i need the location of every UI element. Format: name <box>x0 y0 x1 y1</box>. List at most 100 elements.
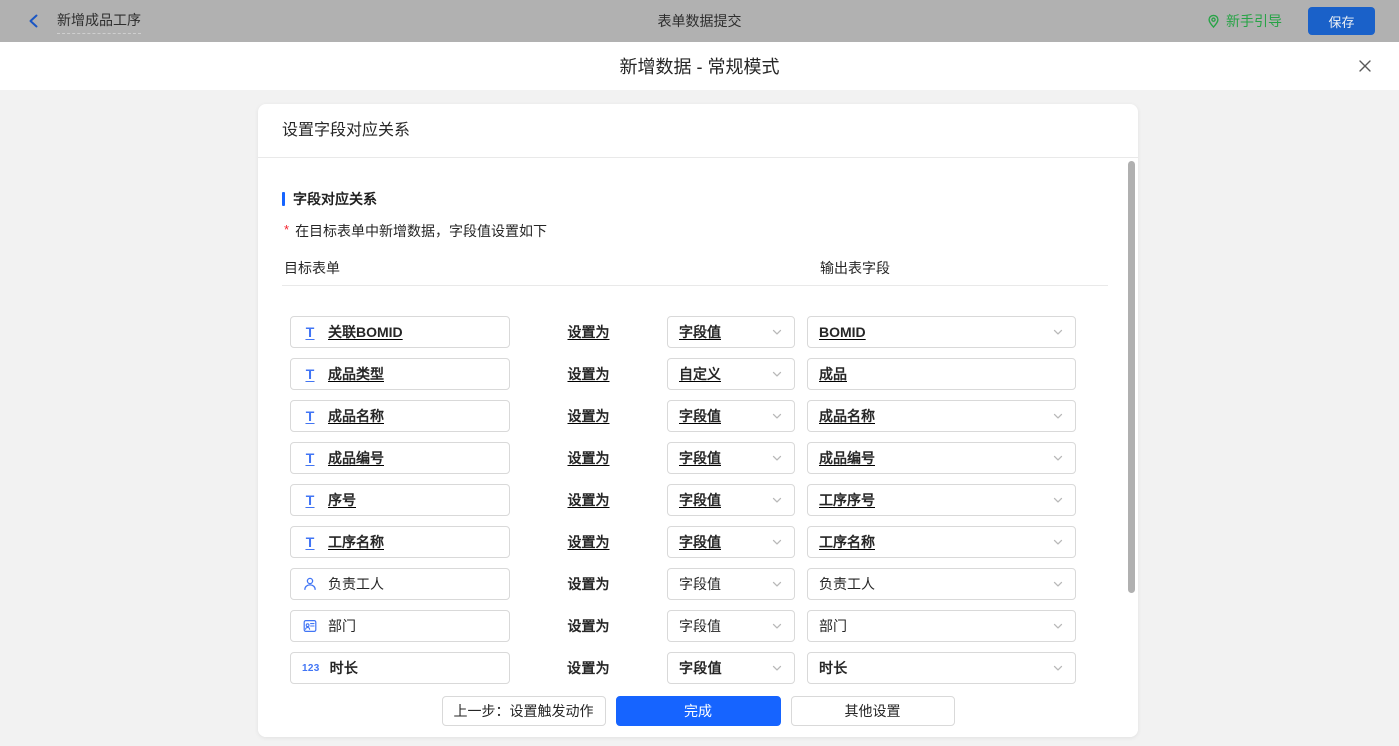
target-field-label: 成品编号 <box>328 450 384 466</box>
topbar-center-title: 表单数据提交 <box>657 13 742 29</box>
prev-step-button[interactable]: 上一步：设置触发动作 <box>441 695 606 726</box>
value-mode-select[interactable]: 字段值 <box>667 526 795 558</box>
output-field-select[interactable]: 成品编号 <box>807 442 1076 474</box>
target-field-box[interactable]: T 123 关联BOMID <box>290 316 510 348</box>
target-field-box[interactable]: T 123 序号 <box>290 484 510 516</box>
set-as-label: 设置为 <box>567 492 610 508</box>
mapping-row: T 123 关联BOMID 设置为 字段值 BOMID <box>290 316 1138 348</box>
chevron-down-icon <box>1053 581 1063 587</box>
target-field-label: 成品名称 <box>328 408 384 424</box>
chevron-down-icon <box>1053 623 1063 629</box>
target-field-box[interactable]: T 123 部门 <box>290 610 510 642</box>
output-field-select[interactable]: 成品名称 <box>807 400 1076 432</box>
value-mode-text: 字段值 <box>679 492 721 508</box>
value-mode-text: 字段值 <box>679 450 721 466</box>
note-row: * 在目标表单中新增数据，字段值设置如下 <box>282 221 1138 241</box>
target-field-box[interactable]: T 123 成品名称 <box>290 400 510 432</box>
text-field-icon: T <box>305 366 315 382</box>
card-content: 字段对应关系 * 在目标表单中新增数据，字段值设置如下 目标表单 输出表字段 T… <box>258 159 1138 684</box>
output-field-select[interactable]: 工序序号 <box>807 484 1076 516</box>
chevron-down-icon <box>772 413 782 419</box>
output-field-text: 负责工人 <box>819 576 875 592</box>
modal-body: 设置字段对应关系 字段对应关系 * 在目标表单中新增数据，字段值设置如下 目标表… <box>0 90 1399 746</box>
back-button[interactable] <box>26 13 42 29</box>
output-field-select[interactable]: 时长 <box>807 652 1076 684</box>
set-as-label: 设置为 <box>567 576 610 592</box>
guide-pin-icon <box>1208 14 1219 28</box>
value-mode-select[interactable]: 字段值 <box>667 568 795 600</box>
text-field-icon: T <box>305 450 315 466</box>
output-field-text: 工序名称 <box>819 534 875 550</box>
mapping-row: T 123 成品编号 设置为 字段值 成品编号 <box>290 442 1138 474</box>
chevron-down-icon <box>772 455 782 461</box>
value-mode-select[interactable]: 字段值 <box>667 316 795 348</box>
mapping-row: T 123 成品类型 设置为 自定义 成品 <box>290 358 1138 390</box>
target-field-box[interactable]: T 123 时长 <box>290 652 510 684</box>
value-mode-text: 字段值 <box>679 660 722 676</box>
value-mode-select[interactable]: 字段值 <box>667 442 795 474</box>
guide-label: 新手引导 <box>1226 13 1282 29</box>
output-field-select[interactable]: 工序名称 <box>807 526 1076 558</box>
output-field-select[interactable]: 部门 <box>807 610 1076 642</box>
screen: 新增成品工序 表单数据提交 新手引导 保存 新增数据 - 常规模式 设置字段对应… <box>0 0 1399 746</box>
note-text: 在目标表单中新增数据，字段值设置如下 <box>295 223 548 239</box>
value-mode-select[interactable]: 字段值 <box>667 652 795 684</box>
target-field-box[interactable]: T 123 成品类型 <box>290 358 510 390</box>
column-header-output-field: 输出表字段 <box>820 260 890 276</box>
set-as-label: 设置为 <box>567 660 610 676</box>
chevron-down-icon <box>772 581 782 587</box>
close-icon[interactable] <box>1356 57 1374 75</box>
department-field-icon <box>302 618 318 634</box>
columns-header: 目标表单 输出表字段 <box>282 258 1108 286</box>
value-mode-text: 字段值 <box>679 618 721 634</box>
chevron-down-icon <box>1053 455 1063 461</box>
output-field-text: 工序序号 <box>819 492 875 508</box>
chevron-down-icon <box>772 623 782 629</box>
beginner-guide-link[interactable]: 新手引导 <box>1206 11 1282 31</box>
output-field-select[interactable]: 负责工人 <box>807 568 1076 600</box>
output-field-text: 成品编号 <box>819 450 875 466</box>
card-header-title: 设置字段对应关系 <box>258 104 1138 158</box>
save-button[interactable]: 保存 <box>1308 7 1375 35</box>
user-field-icon <box>302 576 318 592</box>
scrollbar-thumb[interactable] <box>1128 161 1135 593</box>
section-title: 字段对应关系 <box>293 191 377 207</box>
chevron-down-icon <box>1053 329 1063 335</box>
mapping-row: T 123 工序名称 设置为 字段值 工序名称 <box>290 526 1138 558</box>
set-as-label: 设置为 <box>567 324 610 340</box>
chevron-down-icon <box>1053 665 1063 671</box>
target-field-label: 时长 <box>329 660 359 676</box>
card-footer: 上一步：设置触发动作 完成 其他设置 <box>258 684 1138 737</box>
chevron-down-icon <box>772 539 782 545</box>
text-field-icon: T <box>305 408 315 424</box>
target-field-box[interactable]: T 123 成品编号 <box>290 442 510 474</box>
value-mode-select[interactable]: 字段值 <box>667 400 795 432</box>
output-field-text: 部门 <box>819 618 847 634</box>
topbar-left: 新增成品工序 <box>26 0 141 42</box>
section-accent-bar <box>282 192 285 206</box>
text-field-icon: T <box>305 492 315 508</box>
value-mode-select[interactable]: 字段值 <box>667 610 795 642</box>
value-mode-select[interactable]: 字段值 <box>667 484 795 516</box>
target-field-label: 序号 <box>328 492 356 508</box>
set-as-label: 设置为 <box>567 408 610 424</box>
value-mode-text: 字段值 <box>679 534 721 550</box>
column-header-target-form: 目标表单 <box>284 260 340 276</box>
output-field-select[interactable]: BOMID <box>807 316 1076 348</box>
target-field-label: 工序名称 <box>328 534 384 550</box>
mapping-row: T 123 负责工人 设置为 字段值 负责工人 <box>290 568 1138 600</box>
done-button[interactable]: 完成 <box>615 695 781 726</box>
target-field-label: 负责工人 <box>328 576 384 592</box>
mapping-row: T 123 时长 设置为 字段值 时长 <box>290 652 1138 684</box>
topbar: 新增成品工序 表单数据提交 新手引导 保存 <box>0 0 1399 42</box>
section-title-row: 字段对应关系 <box>282 189 1138 209</box>
target-field-box[interactable]: T 123 负责工人 <box>290 568 510 600</box>
output-field-select[interactable]: 成品 <box>807 358 1076 390</box>
mapping-row: T 123 部门 设置为 字段值 部门 <box>290 610 1138 642</box>
other-settings-button[interactable]: 其他设置 <box>790 695 955 726</box>
mapping-row: T 123 成品名称 设置为 字段值 成品名称 <box>290 400 1138 432</box>
value-mode-select[interactable]: 自定义 <box>667 358 795 390</box>
chevron-down-icon <box>1053 539 1063 545</box>
number-field-icon: 123 <box>302 662 320 674</box>
target-field-box[interactable]: T 123 工序名称 <box>290 526 510 558</box>
